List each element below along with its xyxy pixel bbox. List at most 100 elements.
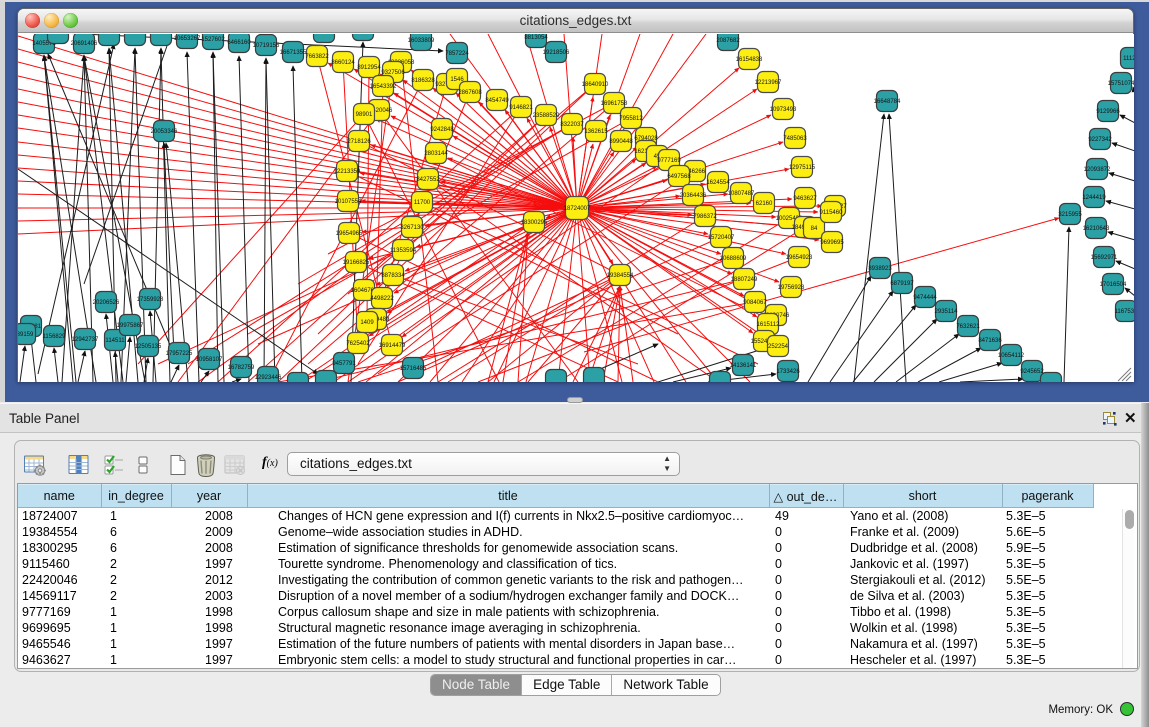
svg-text:19384554: 19384554 — [607, 273, 634, 279]
svg-text:20206526: 20206526 — [93, 300, 120, 306]
svg-text:8427552: 8427552 — [416, 177, 440, 183]
svg-text:9115460: 9115460 — [820, 210, 844, 216]
svg-text:9245652: 9245652 — [1020, 369, 1044, 375]
svg-text:12505135: 12505135 — [135, 344, 162, 350]
svg-text:11126: 11126 — [1123, 56, 1134, 62]
svg-text:11700: 11700 — [414, 200, 431, 206]
svg-text:20691406: 20691406 — [71, 41, 98, 47]
svg-text:3267130: 3267130 — [400, 225, 424, 231]
svg-text:7955812: 7955812 — [619, 116, 643, 122]
svg-text:15716485: 15716485 — [400, 366, 427, 372]
svg-text:7625402: 7625402 — [346, 341, 370, 347]
svg-text:39159: 39159 — [18, 332, 34, 338]
svg-text:7485063: 7485063 — [783, 136, 807, 142]
svg-text:19654923: 19654923 — [786, 255, 813, 261]
svg-text:7663822: 7663822 — [305, 54, 329, 60]
svg-text:1624554: 1624554 — [706, 180, 730, 186]
svg-text:18807249: 18807249 — [731, 277, 758, 283]
svg-text:9699695: 9699695 — [820, 240, 844, 246]
svg-text:9474444: 9474444 — [913, 295, 937, 301]
svg-text:9227342: 9227342 — [1088, 137, 1112, 143]
svg-text:16914479: 16914479 — [379, 343, 406, 349]
svg-text:9457791: 9457791 — [332, 361, 356, 367]
svg-text:16671355: 16671355 — [280, 50, 307, 56]
svg-text:6497568: 6497568 — [667, 174, 691, 180]
svg-text:10654112: 10654112 — [998, 353, 1025, 359]
svg-text:2718126: 2718126 — [347, 139, 371, 145]
svg-text:16961758: 16961758 — [601, 101, 628, 107]
svg-text:8471636: 8471636 — [978, 338, 1002, 344]
svg-text:8912954: 8912954 — [357, 65, 381, 71]
svg-text:19218506: 19218506 — [543, 50, 570, 56]
svg-text:8990448: 8990448 — [609, 139, 633, 145]
svg-text:1733426: 1733426 — [776, 369, 800, 375]
svg-text:6879197: 6879197 — [890, 281, 914, 287]
svg-text:2935114: 2935114 — [935, 309, 959, 315]
svg-text:9463627: 9463627 — [793, 196, 817, 202]
svg-text:10958107: 10958107 — [196, 357, 223, 363]
svg-text:16782759: 16782759 — [228, 365, 255, 371]
svg-text:18300295: 18300295 — [521, 220, 548, 226]
svg-text:7857224: 7857224 — [445, 51, 469, 57]
svg-text:1244419: 1244419 — [1082, 195, 1106, 201]
svg-text:15720407: 15720407 — [708, 235, 735, 241]
svg-text:20053346: 20053346 — [151, 129, 178, 135]
svg-text:10807487: 10807487 — [728, 191, 755, 197]
svg-text:8813054: 8813054 — [524, 35, 548, 41]
svg-text:9129966: 9129966 — [1096, 109, 1120, 115]
svg-text:23588520: 23588520 — [533, 113, 560, 119]
svg-text:1527602: 1527602 — [201, 37, 225, 43]
svg-text:12093872: 12093872 — [1084, 167, 1111, 173]
svg-text:10653267: 10653267 — [174, 36, 201, 42]
svg-text:10719155: 10719155 — [253, 43, 280, 49]
svg-text:10107554: 10107554 — [335, 199, 362, 205]
svg-text:15751074: 15751074 — [1108, 81, 1134, 87]
svg-text:10688609: 10688609 — [720, 256, 747, 262]
svg-text:17359928: 17359928 — [137, 297, 164, 303]
svg-text:62160: 62160 — [756, 201, 773, 207]
svg-text:16033809: 16033809 — [408, 38, 435, 44]
svg-text:9777169: 9777169 — [657, 158, 681, 164]
svg-text:2803144: 2803144 — [424, 151, 448, 157]
svg-text:8938923: 8938923 — [868, 266, 892, 272]
svg-text:18724007: 18724007 — [564, 206, 591, 212]
svg-text:6466160: 6466160 — [227, 40, 251, 46]
svg-text:17957225: 17957225 — [166, 351, 193, 357]
svg-text:1409: 1409 — [360, 320, 374, 326]
svg-text:19654965: 19654965 — [336, 231, 363, 237]
svg-text:98901: 98901 — [356, 112, 373, 118]
svg-text:15692971: 15692971 — [1091, 255, 1118, 261]
svg-text:19975867: 19975867 — [117, 323, 144, 329]
svg-text:8186328: 8186328 — [411, 78, 435, 84]
svg-text:114511: 114511 — [105, 338, 125, 344]
svg-text:1167533: 1167533 — [1115, 309, 1134, 315]
svg-text:8454749: 8454749 — [485, 98, 509, 104]
svg-text:7986372: 7986372 — [693, 214, 717, 220]
svg-text:20364436: 20364436 — [680, 193, 707, 199]
svg-text:11353594: 11353594 — [390, 248, 417, 254]
svg-text:12942737: 12942737 — [72, 337, 99, 343]
svg-text:8878334: 8878334 — [381, 273, 405, 279]
svg-text:14136141: 14136141 — [730, 363, 757, 369]
svg-text:19756928: 19756928 — [778, 285, 805, 291]
svg-text:19166825: 19166825 — [343, 260, 370, 266]
svg-text:1615112: 1615112 — [757, 322, 781, 328]
svg-text:8322037: 8322037 — [560, 122, 584, 128]
svg-text:9146821: 9146821 — [509, 105, 533, 111]
svg-text:7632621: 7632621 — [956, 324, 980, 330]
svg-text:4498222: 4498222 — [370, 296, 394, 302]
svg-text:8660124: 8660124 — [331, 60, 355, 66]
svg-text:12975115: 12975115 — [789, 165, 816, 171]
svg-text:16543392: 16543392 — [370, 84, 397, 90]
svg-text:1156829: 1156829 — [43, 334, 67, 340]
svg-text:12213359: 12213359 — [334, 169, 361, 175]
svg-text:16210643: 16210643 — [1083, 226, 1110, 232]
svg-text:9242848: 9242848 — [430, 127, 454, 133]
svg-text:1362615: 1362615 — [584, 129, 608, 135]
svg-text:16154838: 16154838 — [736, 57, 763, 63]
svg-text:12923446: 12923446 — [255, 375, 282, 381]
svg-text:2867608: 2867608 — [458, 90, 482, 96]
svg-text:9084067: 9084067 — [743, 300, 767, 306]
svg-text:3215955: 3215955 — [1058, 212, 1082, 218]
svg-text:18640910: 18640910 — [582, 82, 609, 88]
